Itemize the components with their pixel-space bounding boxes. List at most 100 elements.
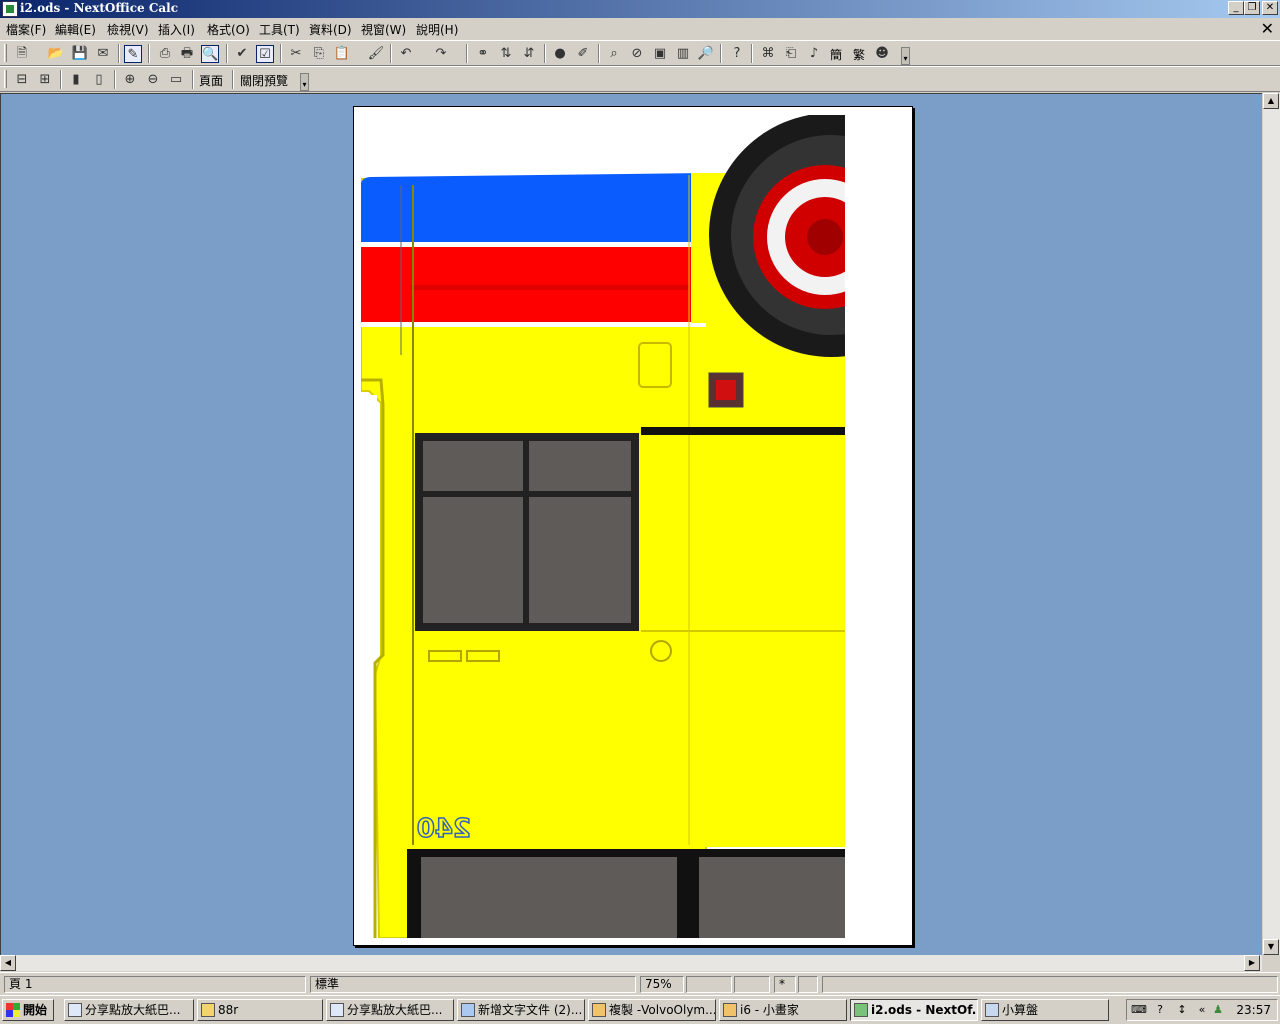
help-icon[interactable]: ? bbox=[1153, 1003, 1167, 1017]
next-page-icon[interactable]: ⊞ bbox=[36, 71, 54, 89]
close-preview-button[interactable]: 關閉預覽 bbox=[240, 72, 288, 89]
macro-icon[interactable]: ☻ bbox=[873, 45, 891, 63]
help-icon[interactable]: ? bbox=[728, 45, 746, 63]
folder-icon bbox=[201, 1003, 215, 1017]
toolbar-grip[interactable] bbox=[4, 70, 7, 88]
insert-mode[interactable] bbox=[686, 976, 732, 993]
copy-icon[interactable]: ⎘ bbox=[310, 45, 328, 63]
menu-window[interactable]: 視窗(W) bbox=[361, 21, 406, 38]
windows-flag-icon bbox=[6, 1003, 20, 1017]
menu-help[interactable]: 說明(H) bbox=[416, 21, 458, 38]
taskbar-item[interactable]: 小算盤 bbox=[981, 999, 1109, 1021]
page-style[interactable]: 標準 bbox=[310, 976, 636, 993]
symbol-icon[interactable]: ♪ bbox=[805, 45, 823, 63]
toolbar-separator bbox=[148, 44, 150, 63]
menu-file[interactable]: 檔案(F) bbox=[6, 21, 46, 38]
browser-icon bbox=[68, 1003, 82, 1017]
restore-button[interactable]: ❐ bbox=[1244, 1, 1260, 15]
menu-edit[interactable]: 編輯(E) bbox=[55, 21, 96, 38]
open-icon[interactable]: 📂 bbox=[47, 45, 65, 63]
datasource-icon[interactable]: ▥ bbox=[674, 45, 692, 63]
messenger-icon[interactable]: ♟ bbox=[1211, 1003, 1225, 1017]
full-screen-icon[interactable]: ▭ bbox=[167, 71, 185, 89]
taskbar-item[interactable]: 分享點放大紙巴... bbox=[326, 999, 454, 1021]
last-page-icon[interactable]: ▯ bbox=[90, 71, 108, 89]
scroll-down-icon[interactable]: ▼ bbox=[1263, 939, 1279, 955]
paste-icon[interactable]: 📋 bbox=[333, 45, 351, 63]
scroll-up-icon[interactable]: ▲ bbox=[1263, 93, 1279, 109]
toolbar-separator bbox=[280, 44, 282, 63]
close-button[interactable]: ✕ bbox=[1262, 1, 1278, 15]
chinese-conversion-icon[interactable]: ⌘ bbox=[759, 45, 777, 63]
language-icon[interactable]: ↕ bbox=[1175, 1003, 1189, 1017]
taskbar-item[interactable]: 複製 -VolvoOlym... bbox=[588, 999, 716, 1021]
format-paintbrush-icon[interactable]: 🖌 bbox=[367, 45, 385, 63]
spellcheck-icon[interactable]: ✔ bbox=[233, 45, 251, 63]
taskbar-item[interactable]: 分享點放大紙巴... bbox=[64, 999, 194, 1021]
tray-expand-icon[interactable]: « bbox=[1195, 1003, 1209, 1017]
horizontal-scrollbar[interactable]: ◀ ▶ bbox=[0, 955, 1262, 971]
scroll-left-icon[interactable]: ◀ bbox=[0, 955, 16, 971]
page-indicator: 頁 1 bbox=[4, 976, 306, 993]
sort-descending-icon[interactable]: ⇵ bbox=[520, 45, 538, 63]
save-icon[interactable]: 💾 bbox=[71, 45, 89, 63]
toolbar-overflow-button[interactable]: ▾ bbox=[300, 73, 309, 91]
menu-insert[interactable]: 插入(I) bbox=[158, 21, 195, 38]
zoom-out-icon[interactable]: ⊖ bbox=[144, 71, 162, 89]
taskbar-item[interactable]: 88r bbox=[197, 999, 323, 1021]
toolbar-separator bbox=[598, 44, 600, 63]
menu-view[interactable]: 檢視(V) bbox=[107, 21, 149, 38]
first-page-icon[interactable]: ▮ bbox=[67, 71, 85, 89]
page-preview-icon[interactable]: 🔍 bbox=[201, 45, 219, 63]
cut-icon[interactable]: ✂ bbox=[287, 45, 305, 63]
menu-data[interactable]: 資料(D) bbox=[309, 21, 352, 38]
system-tray: ⌨ ? ↕ « ♟ 23:57 bbox=[1126, 999, 1278, 1021]
vertical-scrollbar[interactable]: ▲ ▼ bbox=[1262, 93, 1280, 955]
scroll-right-icon[interactable]: ▶ bbox=[1244, 955, 1260, 971]
taskbar-item[interactable]: i6 - 小畫家 bbox=[719, 999, 847, 1021]
autospell-icon[interactable]: ☑ bbox=[256, 45, 274, 63]
start-button[interactable]: 開始 bbox=[2, 999, 54, 1021]
previous-page-icon[interactable]: ⊟ bbox=[13, 71, 31, 89]
han-conversion-icon[interactable]: ⎗ bbox=[782, 45, 800, 63]
taskbar-item-active[interactable]: i2.ods - NextOf... bbox=[850, 999, 978, 1021]
draw-icon[interactable]: ✐ bbox=[574, 45, 592, 63]
calc-app-icon bbox=[2, 1, 18, 17]
page-format-button[interactable]: 頁面 bbox=[199, 72, 223, 89]
convert-traditional-button[interactable]: 繁 bbox=[853, 46, 865, 63]
gallery-icon[interactable]: ▣ bbox=[651, 45, 669, 63]
calculator-icon bbox=[985, 1003, 999, 1017]
email-icon[interactable]: ✉ bbox=[94, 45, 112, 63]
print-icon[interactable]: 🖶 bbox=[178, 45, 196, 63]
redo-icon[interactable]: ↷ bbox=[432, 45, 450, 63]
standard-toolbar: 🗎 📂 💾 ✉ ✎ ⎙ 🖶 🔍 ✔ ☑ ✂ ⎘ 📋 🖌 ↶ ↷ ⚭ ⇅ ⇵ ● … bbox=[0, 40, 1280, 66]
paint-icon bbox=[723, 1003, 737, 1017]
zoom-in-icon[interactable]: ⊕ bbox=[121, 71, 139, 89]
toolbar-overflow-button[interactable]: ▾ bbox=[901, 47, 910, 65]
minimize-button[interactable]: _ bbox=[1228, 1, 1244, 15]
hyperlink-icon[interactable]: ⚭ bbox=[474, 45, 492, 63]
sort-ascending-icon[interactable]: ⇅ bbox=[497, 45, 515, 63]
bus-side-illustration: 240 bbox=[361, 115, 845, 938]
find-icon[interactable]: ⌕ bbox=[605, 45, 623, 63]
new-icon[interactable]: 🗎 bbox=[13, 45, 31, 63]
convert-simplified-button[interactable]: 簡 bbox=[830, 46, 842, 63]
selection-mode[interactable] bbox=[734, 976, 770, 993]
chart-icon[interactable]: ● bbox=[551, 45, 569, 63]
taskbar-item-label: 分享點放大紙巴... bbox=[85, 1003, 181, 1017]
export-pdf-icon[interactable]: ⎙ bbox=[156, 45, 174, 63]
close-document-icon[interactable]: ✕ bbox=[1261, 19, 1274, 38]
zoom-level[interactable]: 75% bbox=[640, 976, 684, 993]
keyboard-icon[interactable]: ⌨ bbox=[1131, 1003, 1147, 1017]
taskbar-item[interactable]: 新增文字文件 (2)... bbox=[457, 999, 585, 1021]
navigator-icon[interactable]: ⊘ bbox=[628, 45, 646, 63]
zoom-icon[interactable]: 🔎 bbox=[697, 45, 715, 63]
undo-icon[interactable]: ↶ bbox=[397, 45, 415, 63]
start-label: 開始 bbox=[23, 1003, 48, 1017]
edit-file-icon[interactable]: ✎ bbox=[124, 45, 142, 63]
menu-format[interactable]: 格式(O) bbox=[207, 21, 250, 38]
menu-tools[interactable]: 工具(T) bbox=[259, 21, 300, 38]
digital-signature[interactable] bbox=[798, 976, 818, 993]
page-mark-text: 240 bbox=[417, 814, 471, 844]
toolbar-grip[interactable] bbox=[4, 44, 7, 62]
